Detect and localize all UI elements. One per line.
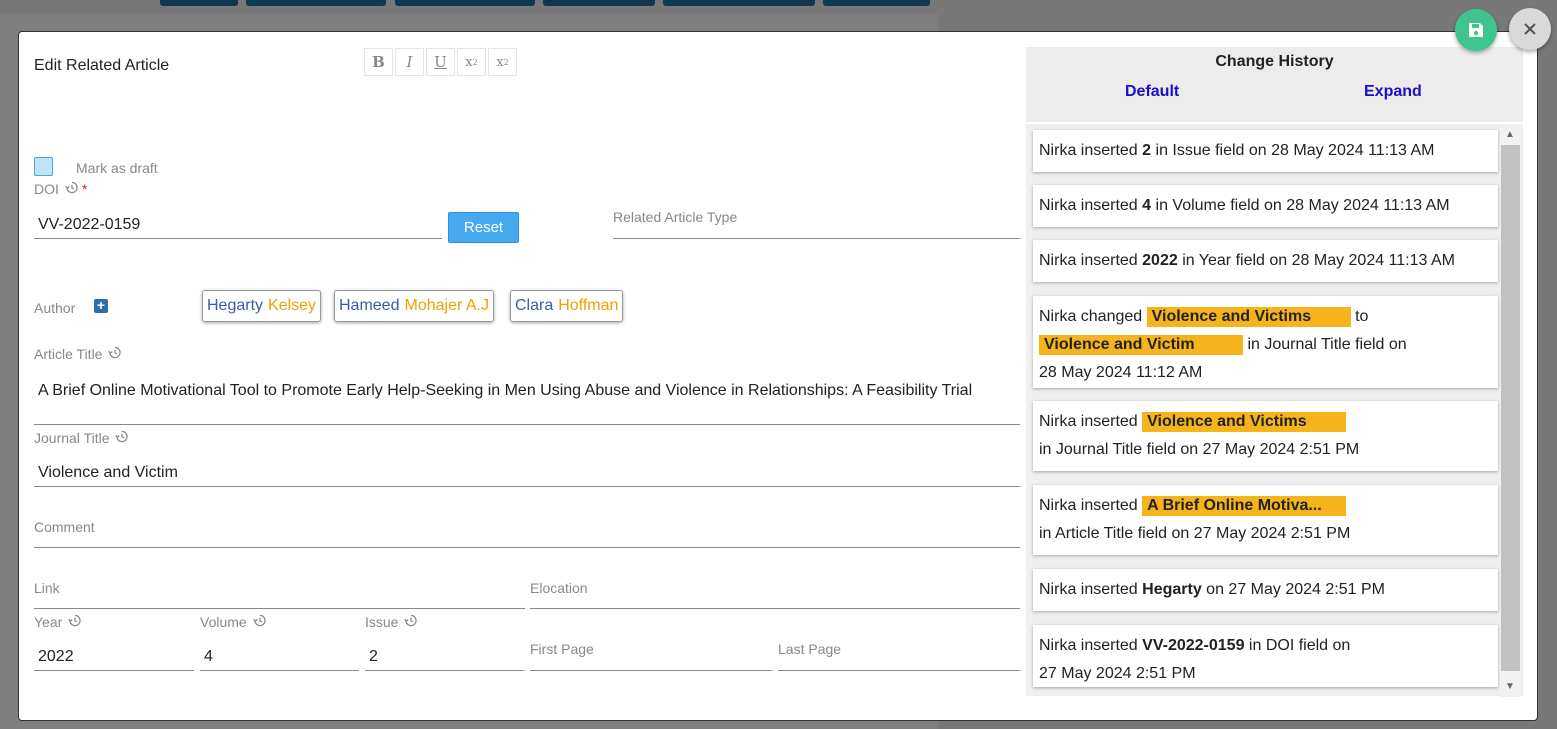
history-icon[interactable] [108,346,122,362]
doi-underline [34,238,442,239]
article-title-underline [34,424,1020,425]
old-value-highlight: Violence and Victims [1146,307,1351,327]
scroll-up-icon[interactable]: ▲ [1505,129,1515,140]
issue-underline [365,670,524,671]
year-underline [34,670,194,671]
history-icon[interactable] [115,430,129,446]
comment-label: Comment [34,519,95,535]
journal-title-input[interactable]: Violence and Victim [38,464,178,482]
expand-link[interactable]: Expand [1364,83,1422,101]
history-entry: Nirka inserted Violence and Victims in J… [1033,401,1498,471]
author-label: Author [34,300,76,316]
required-marker: * [81,181,88,197]
mark-as-draft-label: Mark as draft [76,160,158,176]
article-title-label: Article Title [34,346,122,362]
elocation-input[interactable] [530,608,1020,609]
author-chip[interactable]: Hegarty Kelsey [202,290,322,322]
author-chip[interactable]: Hameed Mohajer A.J [334,290,494,322]
history-icon[interactable] [68,614,81,630]
journal-title-underline [34,486,1020,487]
change-history-title: Change History [1215,53,1334,70]
elocation-label: Elocation [530,580,588,596]
value-highlight: Violence and Victims [1142,412,1347,432]
comment-input[interactable] [34,547,1020,548]
history-entry: Nirka inserted A Brief Online Motiva... … [1033,485,1498,555]
scrollbar-thumb[interactable] [1501,145,1520,671]
last-page-label: Last Page [778,641,842,657]
year-input[interactable]: 2022 [38,648,74,666]
related-article-type-select[interactable] [613,238,1020,239]
history-entry: Nirka inserted 4 in Volume field on 28 M… [1033,185,1498,227]
journal-title-label: Journal Title [34,430,129,446]
issue-input[interactable]: 2 [369,648,378,666]
author-chip[interactable]: Clara Hoffman [510,290,624,322]
subscript-icon[interactable]: x2 [488,48,517,76]
close-button[interactable] [1509,8,1551,50]
volume-underline [200,670,359,671]
change-history-list[interactable]: Nirka inserted 2 in Issue field on 28 Ma… [1026,124,1523,696]
doi-input[interactable]: VV-2022-0159 [38,216,140,234]
save-icon [1469,23,1483,37]
volume-input[interactable]: 4 [204,648,213,666]
value-highlight: A Brief Online Motiva... [1142,496,1347,516]
last-page-input[interactable] [778,670,1020,671]
mark-as-draft-checkbox[interactable] [34,157,53,176]
history-icon[interactable] [404,614,418,630]
volume-label: Volume [200,614,266,630]
reset-button[interactable]: Reset [448,212,519,243]
doi-label: DOI * [34,181,88,197]
add-author-button[interactable]: + [94,298,108,313]
underline-icon[interactable]: U [426,48,455,76]
format-toolbar: B I U x2 x2 [364,48,519,76]
history-icon[interactable] [252,614,266,630]
change-history-header: Change History Default Expand [1026,47,1523,122]
first-page-label: First Page [530,641,594,657]
history-entry: Nirka inserted Hegarty on 27 May 2024 2:… [1033,569,1498,611]
history-scrollbar[interactable]: ▲ ▼ [1500,127,1521,697]
link-label: Link [34,580,60,596]
default-link[interactable]: Default [1125,83,1179,101]
history-icon[interactable] [65,181,78,197]
save-button[interactable] [1455,9,1497,51]
year-label: Year [34,614,81,630]
first-page-input[interactable] [530,670,772,671]
dialog-title: Edit Related Article [34,57,170,74]
history-entry: Nirka inserted 2022 in Year field on 28 … [1033,240,1498,282]
edit-related-article-dialog: Edit Related Article B I U x2 x2 Mark as… [18,31,1538,721]
italic-icon[interactable]: I [395,48,424,76]
history-entry: Nirka changed Violence and Victims to Vi… [1033,296,1498,388]
bold-icon[interactable]: B [364,48,393,76]
article-title-input[interactable]: A Brief Online Motivational Tool to Prom… [38,379,1018,403]
superscript-icon[interactable]: x2 [457,48,486,76]
new-value-highlight: Violence and Victim [1039,335,1243,355]
link-input[interactable] [34,608,525,609]
issue-label: Issue [365,614,418,630]
related-article-type-label: Related Article Type [613,209,738,225]
history-entry: Nirka inserted 2 in Issue field on 28 Ma… [1033,130,1498,172]
scroll-down-icon[interactable]: ▼ [1505,681,1515,692]
history-entry: Nirka inserted VV-2022-0159 in DOI field… [1033,625,1498,687]
close-icon [1524,23,1536,35]
